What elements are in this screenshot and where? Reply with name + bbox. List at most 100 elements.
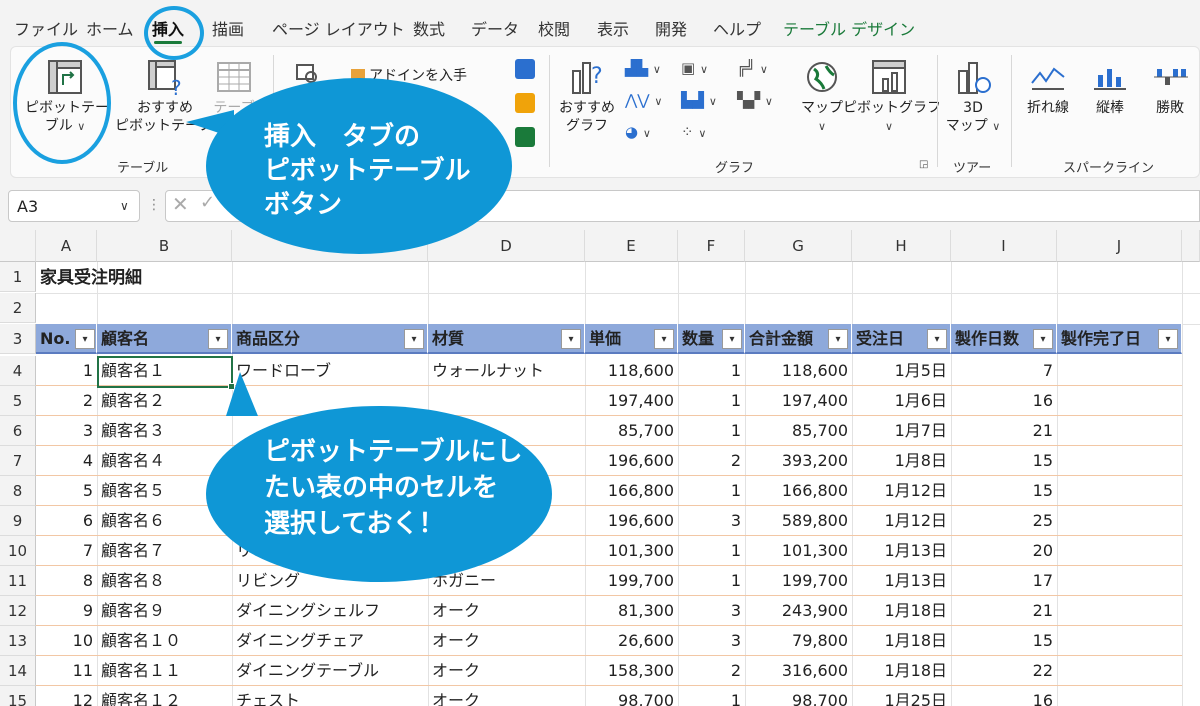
- dialog-launcher-icon[interactable]: ◲: [919, 159, 928, 170]
- cell-quantity[interactable]: 1: [678, 386, 745, 416]
- cell-quantity[interactable]: 1: [678, 476, 745, 506]
- cell-total[interactable]: 199,700: [745, 566, 852, 596]
- row-header[interactable]: 6: [0, 416, 36, 446]
- tab-insert[interactable]: 挿入: [152, 16, 184, 44]
- row-header[interactable]: 8: [0, 476, 36, 506]
- tab-data[interactable]: データ: [471, 16, 519, 40]
- column-header-g[interactable]: G: [745, 230, 852, 262]
- pivot-chart-button[interactable]: ピボットグラフ ∨: [843, 57, 941, 136]
- column-header-h[interactable]: H: [852, 230, 951, 262]
- hierarchy-chart-button[interactable]: ▣ ∨: [681, 59, 708, 77]
- cell-unit-price[interactable]: 166,800: [585, 476, 678, 506]
- map-chart-button[interactable]: マップ ∨: [795, 57, 849, 136]
- cell-total[interactable]: 79,800: [745, 626, 852, 656]
- tab-view[interactable]: 表示: [597, 16, 629, 40]
- cell-order-date[interactable]: 1月25日: [852, 686, 951, 706]
- cell-unit-price[interactable]: 196,600: [585, 446, 678, 476]
- recommended-charts-button[interactable]: ? おすすめ グラフ: [557, 57, 617, 135]
- row-header[interactable]: 7: [0, 446, 36, 476]
- cell-no[interactable]: 9: [36, 596, 97, 626]
- cell-completion-date[interactable]: [1057, 596, 1182, 626]
- cell-order-date[interactable]: 1月5日: [852, 356, 951, 386]
- filter-dropdown-icon[interactable]: ▾: [404, 329, 424, 349]
- tab-help[interactable]: ヘルプ: [713, 16, 761, 40]
- cell-completion-date[interactable]: [1057, 566, 1182, 596]
- row-header[interactable]: 9: [0, 506, 36, 536]
- cell-customer[interactable]: 顧客名７: [97, 536, 232, 566]
- row-header[interactable]: 10: [0, 536, 36, 566]
- 3d-map-button[interactable]: 3D マップ ∨: [943, 57, 1003, 136]
- pie-chart-button[interactable]: ◕ ∨: [625, 123, 651, 141]
- row-header[interactable]: 3: [0, 324, 36, 354]
- cell-production-days[interactable]: 25: [951, 506, 1057, 536]
- row-header[interactable]: 5: [0, 386, 36, 416]
- cell-production-days[interactable]: 21: [951, 596, 1057, 626]
- cell-no[interactable]: 3: [36, 416, 97, 446]
- tab-review[interactable]: 校閲: [538, 16, 570, 40]
- cell-category[interactable]: ダイニングシェルフ: [232, 596, 428, 626]
- cell-unit-price[interactable]: 26,600: [585, 626, 678, 656]
- cell-total[interactable]: 85,700: [745, 416, 852, 446]
- cell-no[interactable]: 6: [36, 506, 97, 536]
- cell-unit-price[interactable]: 196,600: [585, 506, 678, 536]
- cell-production-days[interactable]: 16: [951, 686, 1057, 706]
- cell-completion-date[interactable]: [1057, 626, 1182, 656]
- cell-category[interactable]: チェスト: [232, 686, 428, 706]
- select-all-corner[interactable]: [0, 230, 36, 262]
- cell-production-days[interactable]: 21: [951, 416, 1057, 446]
- cell-category[interactable]: ダイニングテーブル: [232, 656, 428, 686]
- cell-quantity[interactable]: 2: [678, 656, 745, 686]
- cell-total[interactable]: 118,600: [745, 356, 852, 386]
- cell-completion-date[interactable]: [1057, 686, 1182, 706]
- tab-draw[interactable]: 描画: [212, 16, 244, 40]
- pivot-table-button[interactable]: ピボットテー ブル ∨: [25, 57, 109, 136]
- table-header-material[interactable]: 材質 ▾: [428, 324, 585, 354]
- cell-customer[interactable]: 顧客名１１: [97, 656, 232, 686]
- cell-customer[interactable]: 顧客名１０: [97, 626, 232, 656]
- column-header-k[interactable]: [1182, 230, 1200, 262]
- cell-order-date[interactable]: 1月6日: [852, 386, 951, 416]
- filter-dropdown-icon[interactable]: ▾: [722, 329, 742, 349]
- column-header-a[interactable]: A: [36, 230, 97, 262]
- sparkline-column-button[interactable]: 縦棒: [1085, 57, 1135, 117]
- cell-total[interactable]: 98,700: [745, 686, 852, 706]
- row-header[interactable]: 12: [0, 596, 36, 626]
- table-header-unit-price[interactable]: 単価 ▾: [585, 324, 678, 354]
- cell-material[interactable]: オーク: [428, 596, 585, 626]
- cell-order-date[interactable]: 1月18日: [852, 626, 951, 656]
- cell-production-days[interactable]: 17: [951, 566, 1057, 596]
- tab-table-design[interactable]: テーブル デザイン: [783, 16, 915, 40]
- sheet-title[interactable]: 家具受注明細: [36, 263, 146, 293]
- cell-order-date[interactable]: 1月18日: [852, 656, 951, 686]
- statistic-chart-button[interactable]: ▙▟ ∨: [681, 91, 717, 109]
- cell-no[interactable]: 4: [36, 446, 97, 476]
- tab-developer[interactable]: 開発: [655, 16, 687, 40]
- cell-unit-price[interactable]: 101,300: [585, 536, 678, 566]
- cell-total[interactable]: 197,400: [745, 386, 852, 416]
- cell-production-days[interactable]: 20: [951, 536, 1057, 566]
- table-header-no[interactable]: No. ▾: [36, 324, 97, 354]
- cell-no[interactable]: 11: [36, 656, 97, 686]
- cell-customer[interactable]: 顧客名１２: [97, 686, 232, 706]
- column-header-j[interactable]: J: [1057, 230, 1182, 262]
- cell-unit-price[interactable]: 199,700: [585, 566, 678, 596]
- row-header[interactable]: 13: [0, 626, 36, 656]
- cell-production-days[interactable]: 15: [951, 626, 1057, 656]
- column-header-e[interactable]: E: [585, 230, 678, 262]
- cell-total[interactable]: 166,800: [745, 476, 852, 506]
- tab-home[interactable]: ホーム: [86, 16, 134, 40]
- cell-quantity[interactable]: 3: [678, 506, 745, 536]
- cancel-icon[interactable]: ✕: [172, 192, 189, 216]
- cell-order-date[interactable]: 1月12日: [852, 476, 951, 506]
- cell-customer[interactable]: 顧客名１: [97, 356, 232, 386]
- cell-material[interactable]: ウォールナット: [428, 356, 585, 386]
- cell-total[interactable]: 243,900: [745, 596, 852, 626]
- column-header-b[interactable]: B: [97, 230, 232, 262]
- cell-order-date[interactable]: 1月13日: [852, 566, 951, 596]
- cell-completion-date[interactable]: [1057, 386, 1182, 416]
- filter-dropdown-icon[interactable]: ▾: [561, 329, 581, 349]
- cell-material[interactable]: オーク: [428, 626, 585, 656]
- cell-completion-date[interactable]: [1057, 446, 1182, 476]
- cell-completion-date[interactable]: [1057, 656, 1182, 686]
- line-chart-button[interactable]: ⋀⋁ ∨: [625, 91, 662, 109]
